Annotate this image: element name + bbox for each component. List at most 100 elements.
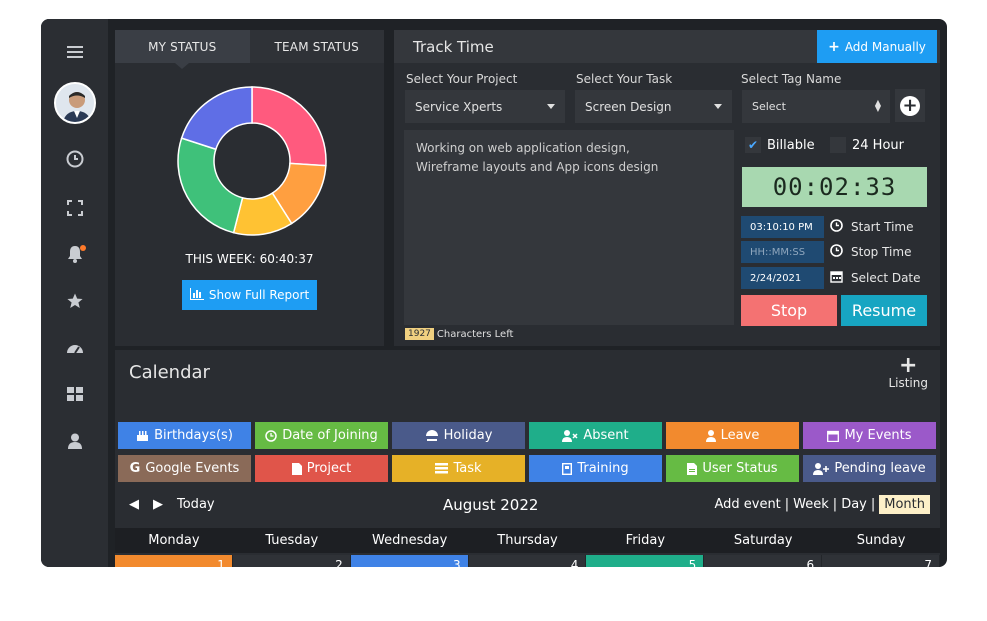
clock-icon[interactable] [41, 139, 108, 179]
legend-absent[interactable]: Absent [529, 422, 662, 449]
grid-icon[interactable] [41, 374, 108, 414]
calendar-event[interactable]: Fabulous [350, 555, 468, 567]
plus-circle-icon: + [900, 95, 920, 116]
cake-icon [136, 429, 149, 442]
fullscreen-icon[interactable] [41, 188, 108, 228]
star-icon[interactable] [41, 281, 108, 321]
menu-icon[interactable] [41, 32, 108, 72]
calendar-icon [830, 270, 843, 286]
show-full-report-button[interactable]: Show Full Report [182, 280, 317, 310]
calendar-day-cell[interactable]: Magic Time1 [115, 555, 233, 567]
stop-time-input[interactable]: HH::MM:SS [741, 241, 824, 263]
calendar-event[interactable]: Magic Time [115, 555, 232, 567]
legend-my-events[interactable]: My Events [803, 422, 936, 449]
legend-training[interactable]: Training [529, 455, 662, 482]
stop-button[interactable]: Stop [741, 295, 837, 326]
select-date-label: Select Date [851, 271, 921, 285]
plus-icon: + [828, 38, 840, 55]
calendar-icon [827, 430, 840, 442]
week-view-link[interactable]: Week [793, 497, 829, 512]
calendar-day-cell[interactable]: Fabulous3 [350, 555, 469, 567]
legend-holiday[interactable]: Holiday [392, 422, 525, 449]
google-icon: G [129, 461, 141, 476]
24hour-checkbox[interactable]: 24 Hour [830, 137, 904, 153]
calendar-day-cell[interactable]: 2 [232, 555, 351, 567]
avatar[interactable] [54, 82, 96, 124]
start-time-label: Start Time [851, 220, 914, 234]
add-event-link[interactable]: Add event [714, 497, 780, 512]
separator: | [784, 497, 790, 512]
legend-pending-leave[interactable]: Pending leave [803, 455, 936, 482]
user-plus-icon [813, 462, 830, 475]
legend-leave[interactable]: Leave [666, 422, 799, 449]
today-button[interactable]: Today [177, 497, 215, 512]
bell-icon[interactable] [41, 234, 108, 274]
separator: | [870, 497, 876, 512]
clock-icon [830, 219, 843, 235]
calendar-day-cell[interactable]: 4 [468, 555, 587, 567]
legend-label: Google Events [145, 461, 240, 476]
user-icon[interactable] [41, 421, 108, 461]
file-icon [291, 462, 302, 475]
book-icon [562, 462, 573, 475]
start-time-input[interactable]: 03:10:10 PM [741, 216, 824, 238]
description-line-1: Working on web application design, [416, 141, 630, 155]
track-time-header: Track Time + Add Manually [394, 30, 940, 63]
chevron-down-icon [547, 104, 555, 109]
notification-dot [80, 245, 86, 251]
day-of-week-sunday: Sunday [856, 533, 906, 548]
legend-user-status[interactable]: User Status [666, 455, 799, 482]
day-number: 4 [570, 558, 579, 567]
calendar-day-cell[interactable]: 7 [822, 555, 941, 567]
week-total-text: THIS WEEK: 60:40:37 [185, 252, 314, 266]
dashboard-icon[interactable] [41, 328, 108, 368]
listing-label: Listing [888, 376, 928, 390]
tag-label: Select Tag Name [741, 72, 842, 86]
description-line-2: Wireframe layouts and App icons design [416, 160, 659, 174]
calendar-week-row: Magic Time1 2 Fabulous3 4 The Event5 6 7 [115, 555, 941, 567]
next-arrow-icon[interactable]: ▶ [153, 497, 163, 512]
clock-icon [830, 244, 843, 260]
calendar-title: Calendar [129, 362, 210, 383]
legend-label: Pending leave [834, 461, 926, 476]
legend-label: Project [306, 461, 352, 476]
track-time-title: Track Time [413, 38, 494, 56]
tag-select[interactable]: Select ▲ ▼ [742, 90, 890, 123]
day-of-week-monday: Monday [148, 533, 200, 548]
bar-chart-icon [189, 287, 204, 303]
project-select[interactable]: Service Xperts [405, 90, 565, 123]
calendar-event[interactable]: The Event [586, 555, 704, 567]
day-of-week-thursday: Thursday [497, 533, 558, 548]
legend-label: My Events [844, 428, 912, 443]
resume-button[interactable]: Resume [841, 295, 927, 326]
tab-my-status[interactable]: MY STATUS [115, 30, 250, 63]
billable-checkbox[interactable]: ✔ Billable [745, 137, 815, 153]
umbrella-icon [425, 429, 439, 442]
calendar-views: Add event | Week | Day | Month [714, 495, 930, 514]
tab-team-status[interactable]: TEAM STATUS [249, 30, 384, 63]
day-view-link[interactable]: Day [841, 497, 867, 512]
separator: | [832, 497, 838, 512]
description-textarea[interactable]: Working on web application design, Wiref… [404, 130, 734, 325]
legend-label: Date of Joining [282, 428, 378, 443]
calendar-day-cell[interactable]: 6 [704, 555, 823, 567]
legend-date-of-joining[interactable]: Date of Joining [255, 422, 388, 449]
task-select[interactable]: Screen Design [575, 90, 732, 123]
add-tag-button[interactable]: + [895, 89, 925, 122]
add-manually-button[interactable]: + Add Manually [817, 30, 937, 63]
listing-button[interactable]: + Listing [888, 355, 928, 391]
date-input[interactable]: 2/24/2021 [741, 267, 824, 289]
month-title: August 2022 [443, 496, 539, 514]
clock-icon [265, 429, 277, 442]
month-view-link[interactable]: Month [879, 495, 930, 514]
day-of-week-tuesday: Tuesday [265, 533, 319, 548]
legend-task[interactable]: Task [392, 455, 525, 482]
page: MY STATUS TEAM STATUS THIS WEEK: 60:40:3… [0, 0, 987, 621]
legend-google-events[interactable]: G Google Events [118, 455, 251, 482]
legend-birthdays-s[interactable]: Birthdays(s) [118, 422, 251, 449]
prev-arrow-icon[interactable]: ◀ [129, 497, 139, 512]
task-label: Select Your Task [576, 72, 673, 86]
characters-left: 1927 Characters Left [405, 328, 513, 340]
calendar-day-cell[interactable]: The Event5 [586, 555, 705, 567]
legend-project[interactable]: Project [255, 455, 388, 482]
